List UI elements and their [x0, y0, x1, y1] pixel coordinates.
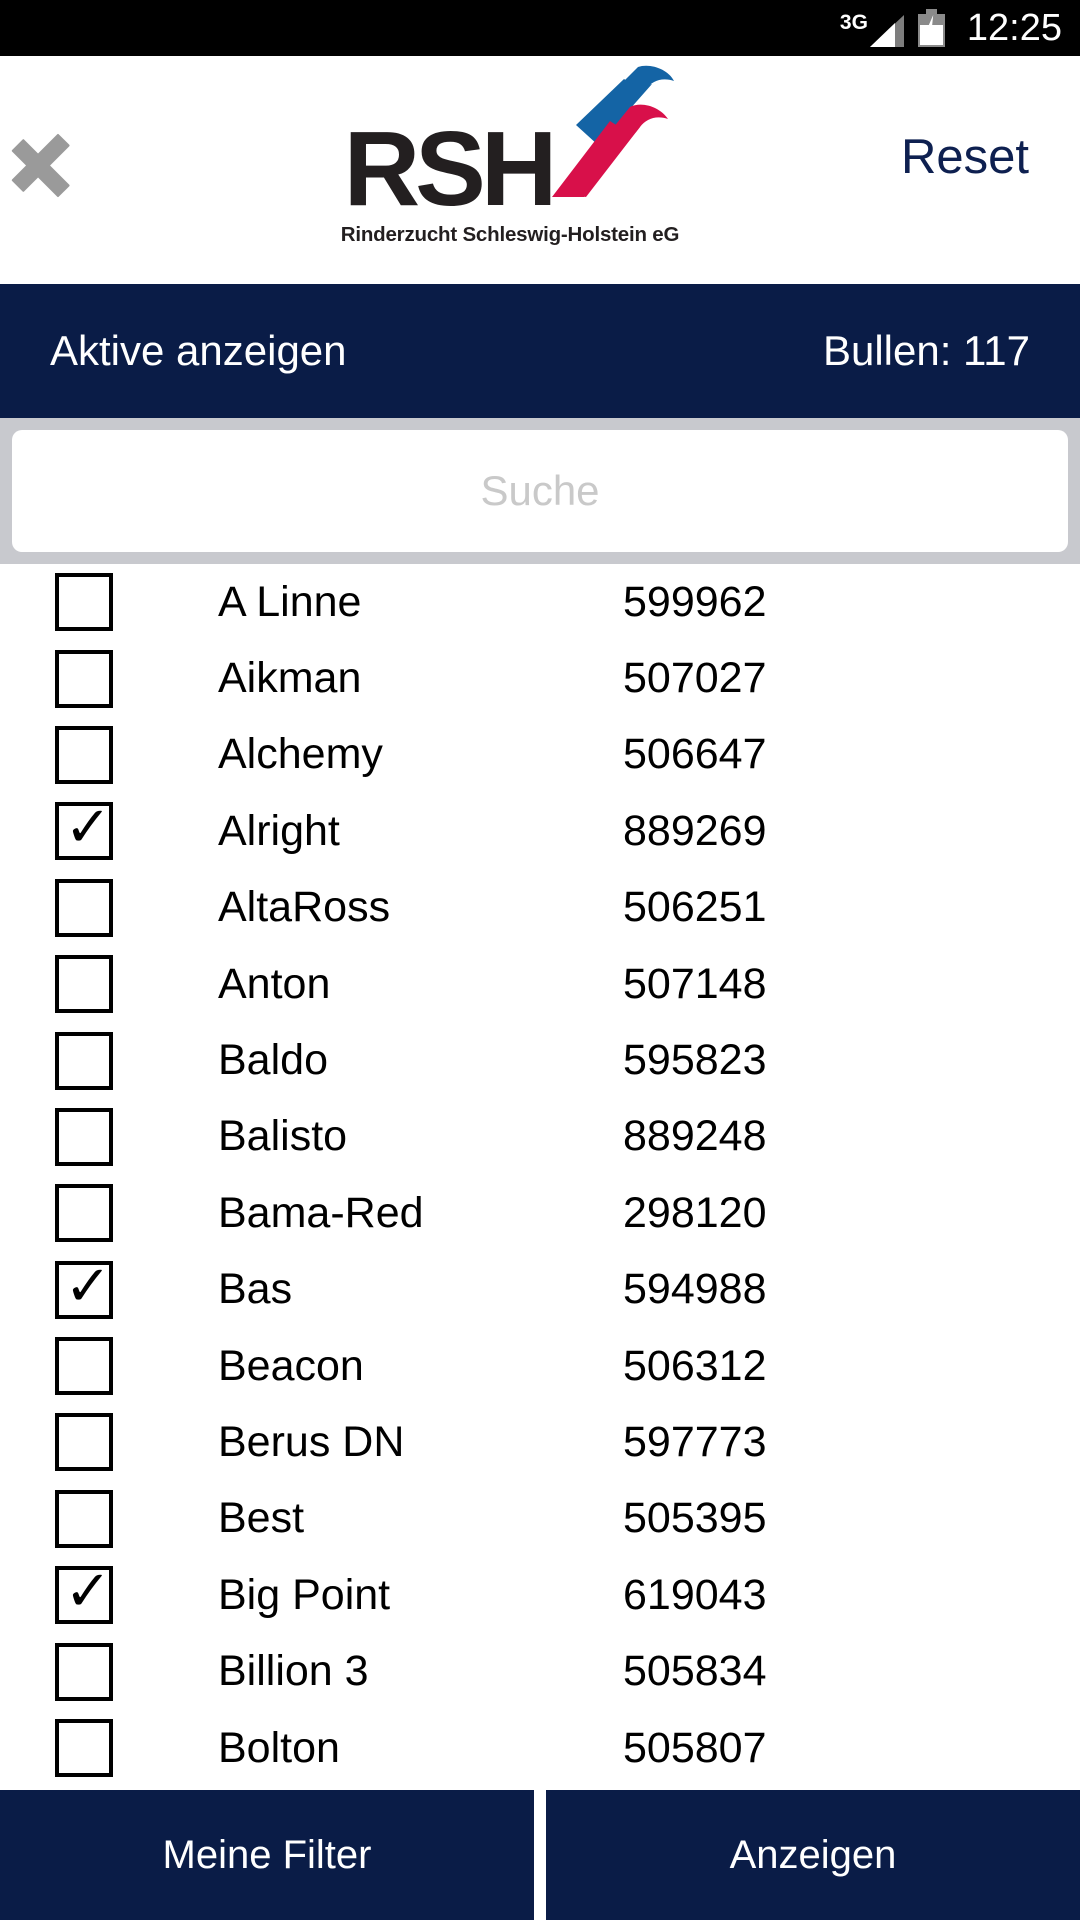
search-input[interactable]: Suche [12, 430, 1068, 552]
bull-list[interactable]: A Linne 599962 Aikman 507027 Alchemy 506647 ✓ A… [0, 564, 1080, 1784]
bull-number: 505834 [623, 1647, 767, 1696]
table-row[interactable]: Bolton 505807 [0, 1710, 1080, 1784]
table-row[interactable]: Alchemy 506647 [0, 717, 1080, 793]
checkbox-unchecked[interactable] [55, 725, 113, 784]
status-bar: 3G 12:25 [0, 0, 1080, 56]
my-filters-button-label: Meine Filter [162, 1832, 372, 1877]
checkbox-checked[interactable]: ✓ [55, 1253, 113, 1319]
table-row[interactable]: Balisto 889248 [0, 1099, 1080, 1175]
bull-name: Billion 3 [218, 1647, 369, 1696]
show-button[interactable]: Anzeigen [546, 1790, 1080, 1920]
bottom-action-bar: Meine Filter Anzeigen [0, 1790, 1080, 1920]
checkbox-unchecked[interactable] [55, 1031, 113, 1090]
bull-name: Bama-Red [218, 1188, 424, 1237]
bull-name: A Linne [218, 577, 362, 626]
table-row[interactable]: Berus DN 597773 [0, 1404, 1080, 1480]
checkbox-unchecked[interactable] [55, 955, 113, 1014]
checkbox-unchecked[interactable] [55, 1337, 113, 1396]
bull-number: 505395 [623, 1494, 767, 1543]
rsh-logo: RSH Rinderzucht Schleswig-Holstein eG [170, 65, 850, 247]
bull-number: 619043 [623, 1570, 767, 1619]
bull-number: 507027 [623, 654, 767, 703]
bull-number: 505807 [623, 1723, 767, 1772]
check-icon: ✓ [64, 795, 112, 859]
checkbox-checked[interactable]: ✓ [55, 795, 113, 861]
bull-number: 595823 [623, 1036, 767, 1085]
show-button-label: Anzeigen [729, 1832, 897, 1877]
checkbox-unchecked[interactable] [55, 1642, 113, 1701]
bull-name: Bas [218, 1265, 293, 1314]
signal-bars-icon [869, 15, 904, 47]
network-indicator: 3G [840, 9, 904, 47]
bull-name: Berus DN [218, 1417, 405, 1466]
checkbox-unchecked[interactable] [55, 649, 113, 708]
bull-number: 298120 [623, 1188, 767, 1237]
checkbox-unchecked[interactable] [55, 1413, 113, 1472]
table-row[interactable]: ✓ Alright 889269 [0, 793, 1080, 869]
status-bar-clock: 12:25 [966, 6, 1062, 49]
chevron-left-icon [56, 105, 114, 209]
logo-wordmark: RSH [343, 110, 558, 228]
bottom-bar-divider [534, 1790, 546, 1920]
app-screen: 3G 12:25 RSH Rinderzucht Schleswig-Holst… [0, 0, 1080, 1920]
check-icon: ✓ [64, 1253, 112, 1317]
bull-count-label: Bullen: 117 [822, 327, 1030, 374]
bull-number: 506647 [623, 730, 767, 779]
logo-mark: RSH [343, 65, 677, 228]
bull-name: Anton [218, 959, 331, 1008]
bull-name: Balisto [218, 1112, 348, 1161]
table-row[interactable]: Baldo 595823 [0, 1022, 1080, 1098]
bull-number: 506251 [623, 883, 767, 932]
network-type-label: 3G [839, 11, 868, 34]
bull-name: Alright [218, 806, 340, 855]
bull-name: Big Point [218, 1570, 391, 1619]
checkbox-unchecked[interactable] [55, 878, 113, 937]
checkbox-checked[interactable]: ✓ [55, 1559, 113, 1625]
check-icon: ✓ [64, 1559, 112, 1623]
bull-number: 599962 [623, 577, 767, 626]
bull-name: Beacon [218, 1341, 364, 1390]
bull-name: Bolton [218, 1723, 340, 1772]
battery-charging-icon [917, 9, 945, 47]
reset-button-label: Reset [900, 130, 1029, 184]
bull-number: 597773 [623, 1417, 767, 1466]
bull-number: 507148 [623, 959, 767, 1008]
bull-name: Best [218, 1494, 305, 1543]
search-area: Suche [0, 418, 1080, 564]
bull-name: Baldo [218, 1036, 328, 1085]
app-header: RSH Rinderzucht Schleswig-Holstein eG Re… [0, 56, 1080, 284]
checkbox-unchecked[interactable] [55, 573, 113, 632]
table-row[interactable]: ✓ Big Point 619043 [0, 1557, 1080, 1633]
checkbox-unchecked[interactable] [55, 1719, 113, 1778]
table-row[interactable]: Best 505395 [0, 1481, 1080, 1557]
bull-number: 889248 [623, 1112, 767, 1161]
table-row[interactable]: Bama-Red 298120 [0, 1175, 1080, 1251]
table-row[interactable]: Billion 3 505834 [0, 1633, 1080, 1709]
reset-button[interactable]: Reset [850, 56, 1080, 284]
checkbox-unchecked[interactable] [55, 1489, 113, 1548]
bull-name: Alchemy [218, 730, 383, 779]
checkbox-unchecked[interactable] [55, 1184, 113, 1243]
table-row[interactable]: Anton 507148 [0, 946, 1080, 1022]
checkbox-unchecked[interactable] [55, 1107, 113, 1166]
bull-number: 594988 [623, 1265, 767, 1314]
my-filters-button[interactable]: Meine Filter [0, 1790, 534, 1920]
search-placeholder: Suche [480, 467, 600, 514]
filter-status-bar: Aktive anzeigen Bullen: 117 [0, 284, 1080, 418]
bull-name: AltaRoss [218, 883, 391, 932]
bull-number: 889269 [623, 806, 767, 855]
bull-number: 506312 [623, 1341, 767, 1390]
rsh-swoosh-icon [546, 65, 676, 197]
active-filter-toggle-label[interactable]: Aktive anzeigen [50, 327, 347, 375]
table-row[interactable]: A Linne 599962 [0, 564, 1080, 640]
table-row[interactable]: AltaRoss 506251 [0, 870, 1080, 946]
table-row[interactable]: Beacon 506312 [0, 1328, 1080, 1404]
bull-name: Aikman [218, 654, 362, 703]
back-button[interactable] [0, 56, 170, 284]
table-row[interactable]: Aikman 507027 [0, 640, 1080, 716]
table-row[interactable]: ✓ Bas 594988 [0, 1252, 1080, 1328]
